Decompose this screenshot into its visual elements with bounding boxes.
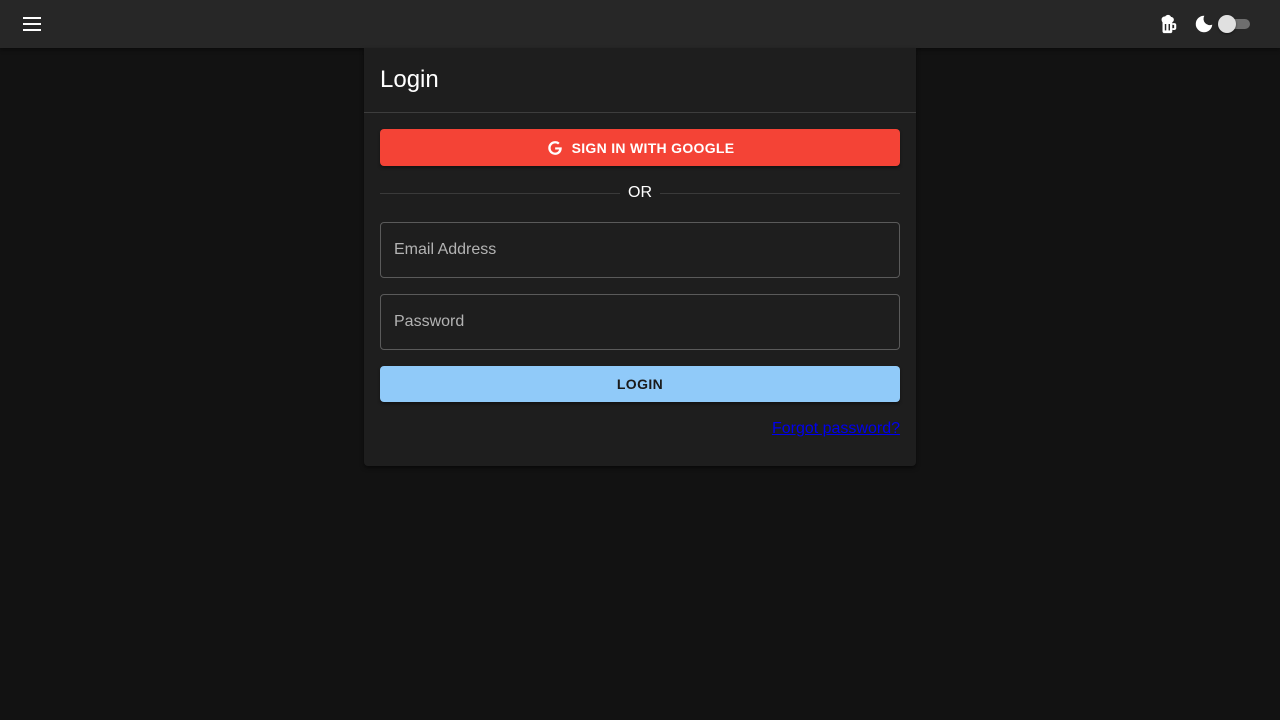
moon-icon	[1195, 15, 1213, 33]
or-divider: OR	[380, 182, 900, 204]
email-field-container	[380, 222, 900, 278]
toggle-thumb[interactable]	[1218, 15, 1236, 33]
google-sign-in-button[interactable]: SIGN IN WITH GOOGLE	[380, 129, 900, 166]
menu-button[interactable]	[16, 8, 48, 40]
menu-icon	[23, 17, 41, 31]
login-button[interactable]: LOGIN	[380, 366, 900, 402]
email-field[interactable]	[381, 223, 899, 277]
google-icon	[546, 139, 564, 157]
divider-line-right	[660, 193, 900, 194]
google-button-label: SIGN IN WITH GOOGLE	[571, 139, 735, 156]
page-title: Login	[380, 66, 439, 93]
divider-line-left	[380, 193, 620, 194]
forgot-password-link[interactable]: Forgot password?	[772, 420, 900, 438]
or-label: OR	[628, 184, 652, 201]
app-bar	[0, 0, 1280, 48]
card-header-divider	[364, 112, 916, 113]
dark-mode-toggle[interactable]	[1218, 14, 1252, 34]
beer-icon	[1161, 14, 1177, 34]
theme-indicator	[1192, 12, 1216, 36]
password-field[interactable]	[381, 295, 899, 349]
donate-button[interactable]	[1152, 8, 1184, 40]
password-field-container	[380, 294, 900, 350]
